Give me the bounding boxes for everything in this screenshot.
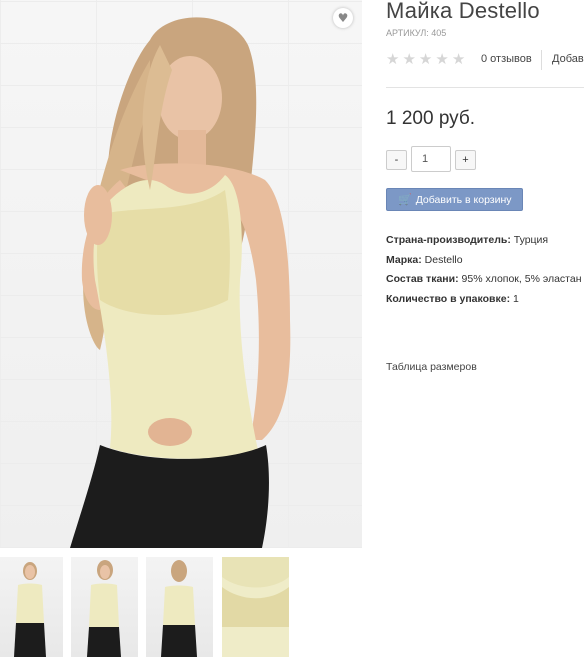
product-main-image[interactable]: ♥: [0, 0, 362, 548]
property-name: Состав ткани:: [386, 273, 459, 286]
thumbnail-front-view[interactable]: [0, 557, 63, 657]
product-price: 1 200 руб.: [386, 108, 476, 129]
product-sku: АРТИКУЛ: 405: [386, 28, 447, 38]
property-name: Количество в упаковке:: [386, 292, 511, 305]
property-row: Страна-производитель: Турция: [386, 234, 582, 254]
quantity-increase-button[interactable]: +: [455, 150, 476, 170]
star-icon[interactable]: ★: [435, 52, 448, 67]
add-to-cart-label: Добавить в корзину: [415, 193, 512, 206]
property-row: Марка: Destello: [386, 254, 582, 274]
thumbnail-side-view[interactable]: [71, 557, 138, 657]
thumbnail-fabric-closeup[interactable]: [222, 557, 289, 657]
star-icon[interactable]: ★: [419, 52, 432, 67]
divider: [541, 50, 542, 70]
add-to-cart-button[interactable]: 🛒 Добавить в корзину: [386, 188, 523, 211]
property-value: Турция: [513, 234, 549, 246]
add-review-link[interactable]: Добав: [552, 53, 584, 65]
property-name: Страна-производитель:: [386, 234, 511, 246]
thumbnail-side-illustration: [87, 560, 121, 657]
divider: [386, 87, 584, 88]
property-value: 95% хлопок, 5% эластан: [461, 273, 582, 286]
thumbnail-back-illustration: [161, 560, 197, 657]
thumbnail-back-view[interactable]: [146, 557, 213, 657]
property-row: Количество в упаковке: 1: [386, 293, 582, 313]
product-title: Майка Destello: [386, 0, 540, 23]
star-icon[interactable]: ★: [402, 52, 415, 67]
property-name: Марка:: [386, 253, 422, 266]
product-properties: Страна-производитель: Турция Марка: Dest…: [386, 234, 582, 312]
thumbnail-fabric-illustration: [222, 557, 289, 627]
rating-stars[interactable]: ★ ★ ★ ★ ★: [386, 52, 465, 67]
reviews-count-link[interactable]: 0 отзывов: [481, 53, 532, 65]
quantity-input[interactable]: 1: [411, 146, 451, 172]
property-row: Состав ткани: 95% хлопок, 5% эластан: [386, 273, 582, 293]
property-value: 1: [513, 292, 519, 305]
quantity-decrease-button[interactable]: -: [386, 150, 407, 170]
wishlist-heart-icon[interactable]: ♥: [333, 8, 353, 28]
thumbnail-gallery: [0, 557, 300, 657]
model-photo-illustration: [70, 17, 291, 548]
cart-icon: 🛒: [398, 193, 412, 206]
thumbnail-front-illustration: [14, 562, 46, 657]
property-value: Destello: [424, 253, 463, 266]
size-table-link[interactable]: Таблица размеров: [386, 361, 477, 373]
star-icon[interactable]: ★: [452, 52, 465, 67]
star-icon[interactable]: ★: [386, 52, 399, 67]
